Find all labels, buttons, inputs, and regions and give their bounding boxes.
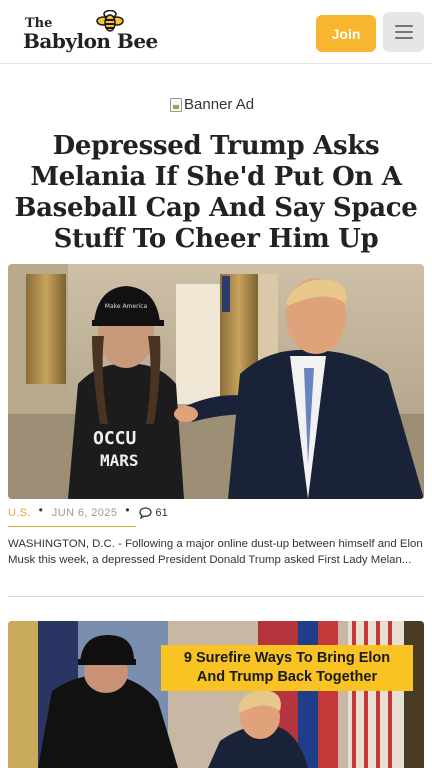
cap-text: Make America (105, 303, 148, 310)
menu-bar (394, 25, 413, 27)
comment-icon (138, 507, 152, 519)
menu-bar (394, 31, 413, 33)
meta-separator: • (38, 503, 43, 517)
hero-illustration: Make America OCCU MARS (8, 264, 424, 499)
article-meta: U.S. • JUN 6, 2025 • 61 (8, 503, 168, 523)
article-divider (8, 596, 424, 597)
hamburger-menu-icon[interactable] (383, 12, 424, 52)
caption-line-2: And Trump Back Together (196, 669, 378, 685)
article-date: JUN 6, 2025 (51, 507, 118, 519)
next-article-caption: 9 Surefire Ways To Bring Elon And Trump … (161, 645, 413, 691)
comments-link[interactable]: 61 (138, 507, 168, 519)
site-header: The Babylon Bee Join (0, 0, 432, 64)
article-hero-image[interactable]: Make America OCCU MARS (8, 264, 424, 499)
comment-count: 61 (155, 507, 168, 519)
meta-separator: • (125, 503, 130, 517)
meta-underline (8, 526, 136, 527)
shirt-text-line1: OCCU (93, 428, 136, 449)
banner-ad[interactable]: Banner Ad (170, 96, 254, 113)
logo-title-text: Babylon Bee (23, 29, 158, 53)
broken-image-icon (170, 97, 182, 112)
join-button[interactable]: Join (316, 15, 376, 52)
caption-line-1: 9 Surefire Ways To Bring Elon (183, 650, 391, 666)
menu-bar (394, 37, 413, 39)
babylon-bee-logo[interactable]: The Babylon Bee (22, 10, 158, 53)
shirt-text-line2: MARS (100, 451, 139, 470)
banner-ad-alt-text: Banner Ad (184, 96, 255, 113)
next-article-image[interactable]: 9 Surefire Ways To Bring Elon And Trump … (8, 621, 424, 768)
article-excerpt: WASHINGTON, D.C. - Following a major onl… (8, 538, 423, 566)
article-headline[interactable]: Depressed Trump Asks Melania If She'd Pu… (14, 131, 418, 255)
category-link[interactable]: U.S. (8, 507, 31, 519)
next-article-illustration (8, 621, 424, 768)
